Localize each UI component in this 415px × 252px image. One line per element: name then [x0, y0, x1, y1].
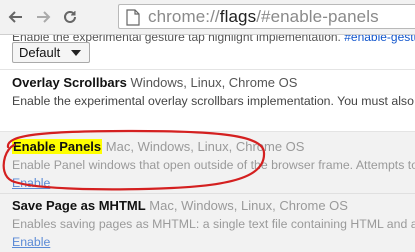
browser-toolbar: chrome://flags/#enable-panels — [0, 0, 415, 35]
flag-platforms: Mac, Windows, Linux, Chrome OS — [149, 198, 348, 213]
divider — [0, 193, 415, 194]
flag-select-value: Default — [19, 45, 61, 60]
flag-title: Save Page as MHTML Mac, Windows, Linux, … — [12, 198, 415, 214]
enable-mhtml-link[interactable]: Enable — [12, 234, 50, 250]
address-bar[interactable]: chrome://flags/#enable-panels — [118, 4, 415, 29]
flag-title: Overlay Scrollbars Windows, Linux, Chrom… — [12, 75, 415, 91]
previous-flag-anchor[interactable]: #enable-gesture-tap- — [344, 35, 415, 44]
flag-name: Overlay Scrollbars — [12, 75, 127, 90]
url-scheme: chrome:// — [148, 7, 220, 26]
url-host: flags — [219, 7, 257, 26]
flag-description: Enable the experimental overlay scrollba… — [12, 94, 415, 108]
flag-overlay-scrollbars: Overlay Scrollbars Windows, Linux, Chrom… — [12, 75, 415, 109]
flag-platforms: Windows, Linux, Chrome OS — [130, 75, 298, 90]
flag-save-page-mhtml: Save Page as MHTML Mac, Windows, Linux, … — [12, 198, 415, 251]
forward-arrow-icon[interactable] — [33, 6, 53, 28]
chevron-down-icon — [71, 50, 81, 56]
flag-select[interactable]: Default — [12, 42, 90, 63]
reload-icon[interactable] — [60, 6, 80, 28]
divider — [0, 69, 415, 70]
flag-name: Save Page as MHTML — [12, 198, 146, 213]
flags-page: Enable the experimental gesture tap high… — [0, 35, 415, 252]
annotation-ellipse — [2, 129, 266, 191]
page-icon — [125, 9, 141, 26]
flag-description: Enables saving pages as MHTML: a single … — [12, 217, 415, 231]
back-arrow-icon[interactable] — [6, 6, 26, 28]
url-path: /#enable-panels — [256, 7, 379, 26]
url-text: chrome://flags/#enable-panels — [148, 6, 379, 28]
